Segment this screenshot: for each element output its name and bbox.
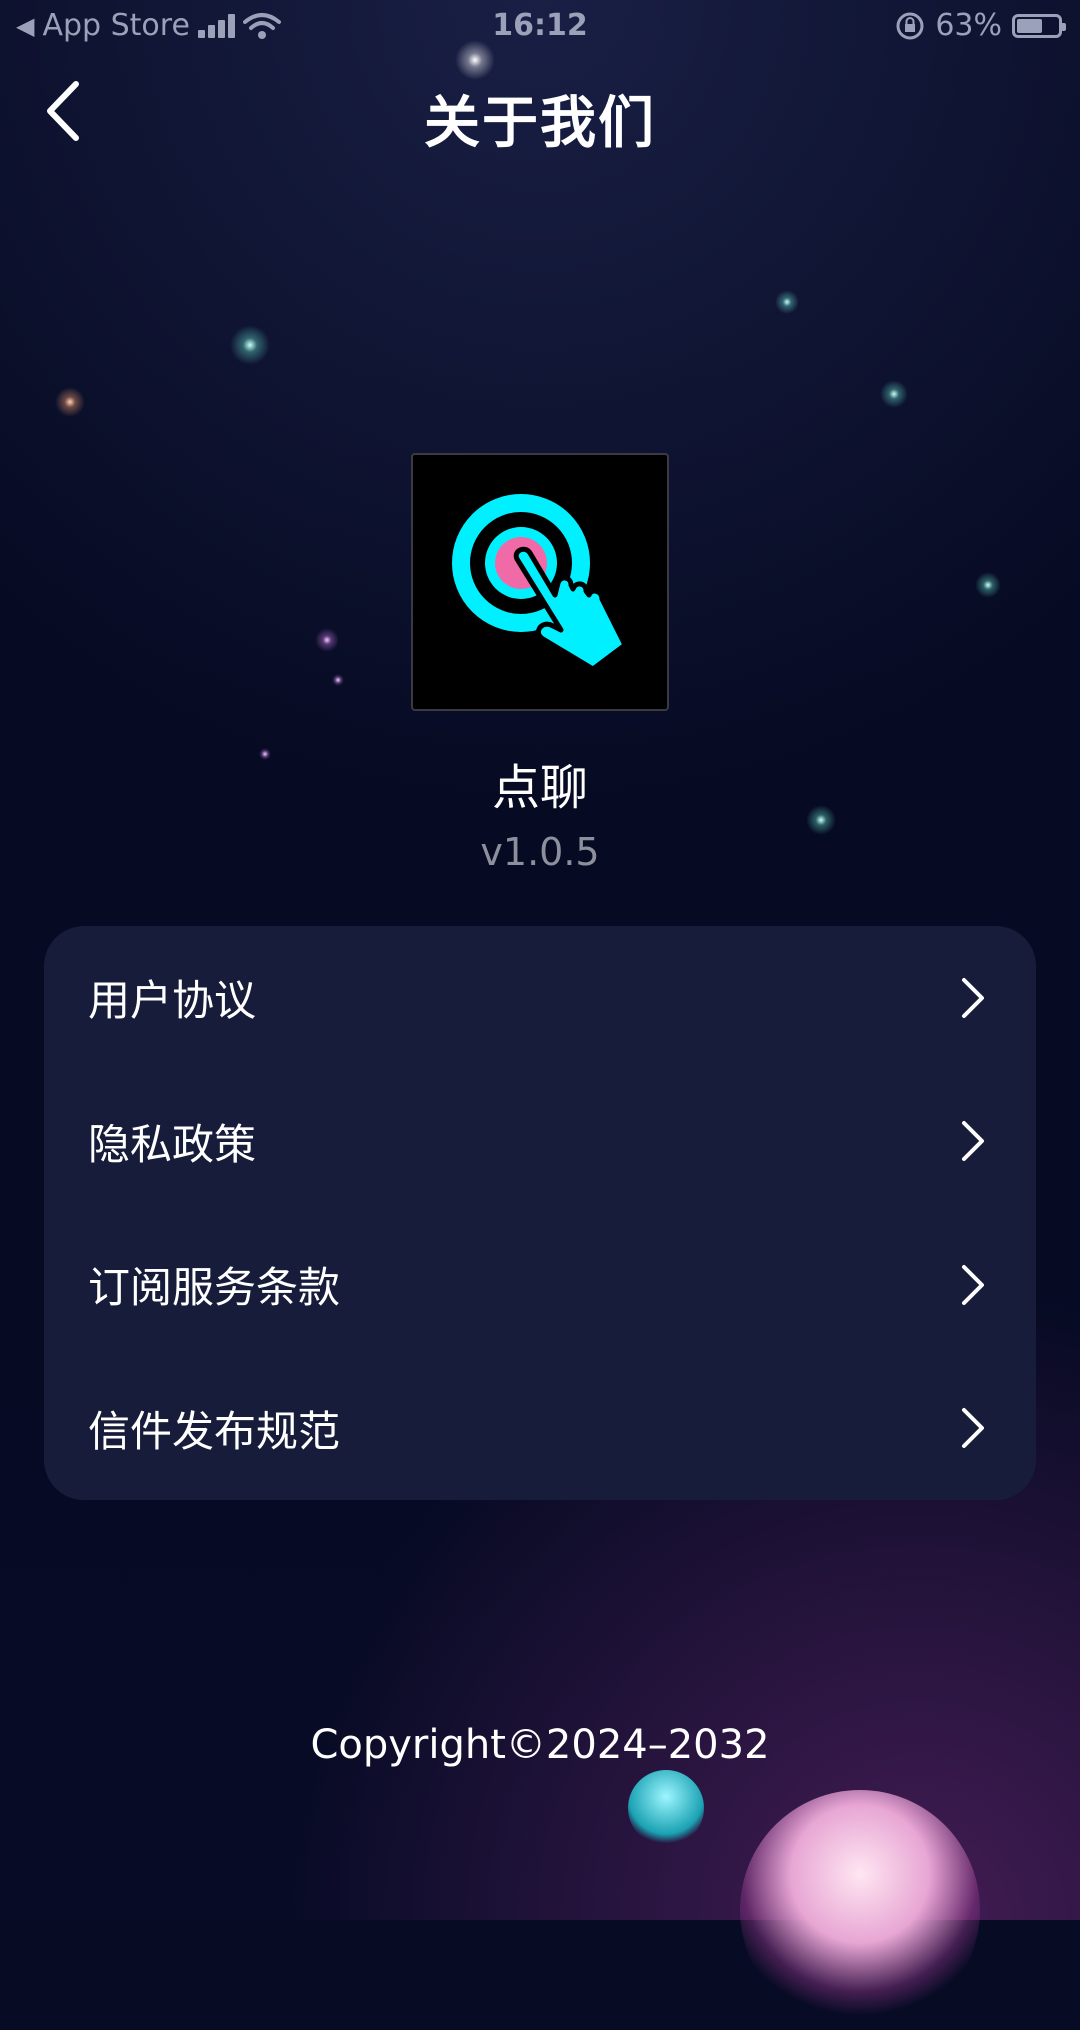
about-menu: 用户协议 隐私政策 订阅服务条款 信件发布规范	[44, 926, 1036, 1500]
nav-bar: 关于我们	[0, 60, 1080, 160]
star-glow	[315, 628, 339, 652]
chevron-right-icon	[962, 1264, 984, 1305]
menu-item-privacy-policy[interactable]: 隐私政策	[44, 1070, 1036, 1214]
star-glow	[880, 380, 908, 408]
status-bar-right: 63%	[895, 8, 1066, 43]
star-glow	[775, 290, 799, 314]
battery-percent: 63%	[935, 8, 1002, 43]
chevron-right-icon	[962, 1408, 984, 1449]
app-name: 点聊	[491, 760, 588, 816]
menu-item-user-agreement[interactable]: 用户协议	[44, 926, 1036, 1070]
tap-target-hand-icon	[452, 494, 628, 672]
star-glow	[230, 325, 270, 365]
star-glow	[975, 572, 1001, 598]
menu-item-label: 订阅服务条款	[88, 1263, 341, 1313]
page-title: 关于我们	[424, 91, 656, 156]
battery-fill	[1017, 18, 1043, 33]
chevron-right-icon	[962, 1121, 984, 1162]
orientation-lock-icon	[896, 12, 924, 39]
status-bar: ◀ App Store 16:12 63%	[0, 0, 1080, 54]
planet-orb	[740, 1790, 980, 2030]
app-version: v1.0.5	[480, 830, 600, 874]
battery-icon	[1012, 13, 1066, 38]
copyright-text: Copyright©2024–2032	[310, 1722, 770, 1768]
app-logo	[411, 453, 669, 711]
star-glow	[55, 387, 85, 417]
menu-item-subscription-terms[interactable]: 订阅服务条款	[44, 1213, 1036, 1357]
menu-item-label: 用户协议	[88, 976, 257, 1026]
menu-item-letter-guidelines[interactable]: 信件发布规范	[44, 1357, 1036, 1501]
chevron-right-icon	[962, 977, 984, 1018]
star-glow	[332, 674, 344, 686]
menu-item-label: 隐私政策	[88, 1119, 257, 1169]
planet-orb	[628, 1770, 704, 1846]
menu-item-label: 信件发布规范	[88, 1406, 341, 1456]
